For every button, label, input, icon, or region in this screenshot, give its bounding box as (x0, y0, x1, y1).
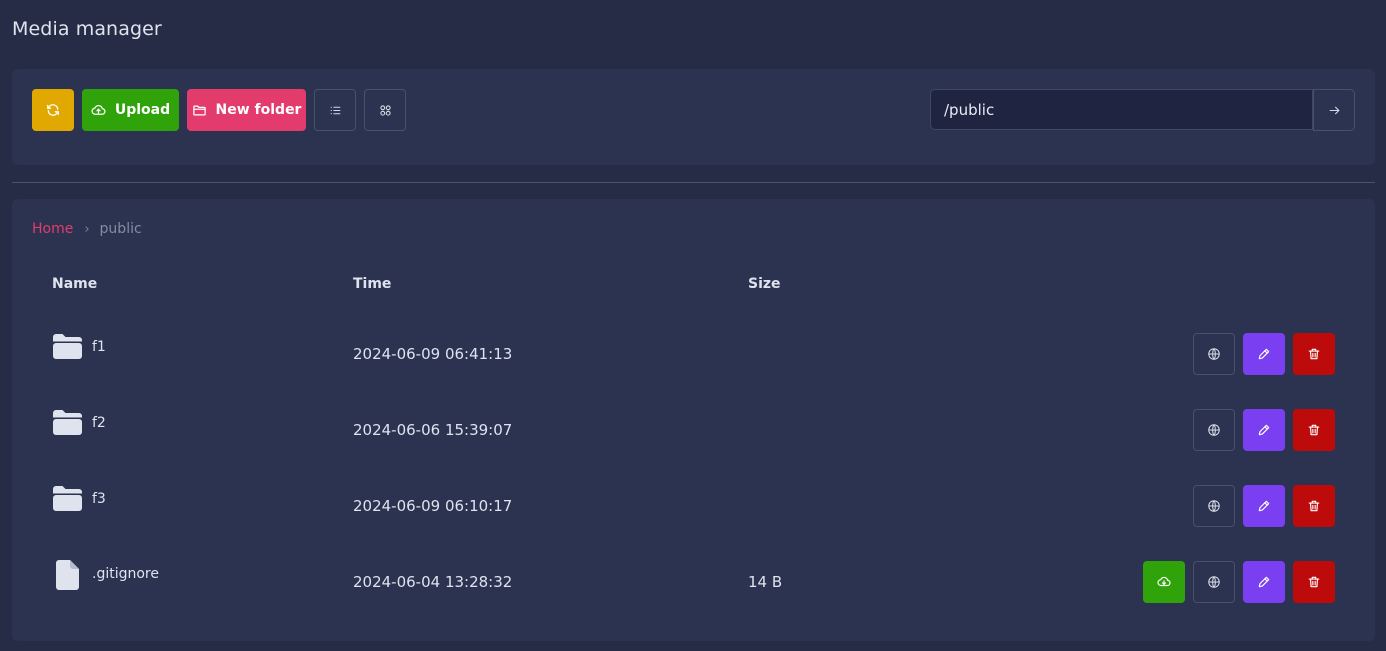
new-folder-label: New folder (215, 102, 302, 118)
delete-button[interactable] (1293, 485, 1335, 527)
trash-icon (1308, 424, 1320, 436)
grid-icon (379, 104, 391, 116)
breadcrumb: Home › public (32, 221, 142, 237)
file-list-panel: Home › public Name Time Size f1 2024-06-… (12, 199, 1375, 641)
list-view-button[interactable] (314, 89, 356, 131)
file-name[interactable]: .gitignore (92, 566, 159, 582)
public-link-button[interactable] (1193, 333, 1235, 375)
refresh-icon (47, 104, 59, 116)
rename-button[interactable] (1243, 561, 1285, 603)
toolbar: Upload New folder (12, 69, 1375, 165)
pencil-icon (1258, 500, 1270, 512)
divider (12, 182, 1375, 183)
breadcrumb-home[interactable]: Home (32, 221, 73, 237)
grid-view-button[interactable] (364, 89, 406, 131)
cloud-upload-icon (91, 104, 106, 115)
file-size: 14 B (748, 573, 783, 591)
delete-button[interactable] (1293, 561, 1335, 603)
column-header-time[interactable]: Time (353, 276, 391, 292)
folder-icon (53, 334, 82, 359)
path-input[interactable] (930, 89, 1313, 130)
upload-label: Upload (114, 102, 171, 118)
folder-icon (53, 486, 82, 511)
upload-button[interactable]: Upload (82, 89, 179, 131)
pencil-icon (1258, 348, 1270, 360)
table-row[interactable]: f1 2024-06-09 06:41:13 (12, 313, 1375, 389)
trash-icon (1308, 576, 1320, 588)
arrow-right-icon (1329, 106, 1339, 114)
breadcrumb-current: public (99, 221, 142, 237)
download-button[interactable] (1143, 561, 1185, 603)
public-link-button[interactable] (1193, 409, 1235, 451)
delete-button[interactable] (1293, 333, 1335, 375)
column-header-size[interactable]: Size (748, 276, 781, 292)
folder-icon (53, 410, 82, 435)
pencil-icon (1258, 424, 1270, 436)
refresh-button[interactable] (32, 89, 74, 131)
file-time: 2024-06-06 15:39:07 (353, 421, 513, 439)
list-icon (330, 106, 340, 114)
rename-button[interactable] (1243, 409, 1285, 451)
file-time: 2024-06-04 13:28:32 (353, 573, 513, 591)
file-time: 2024-06-09 06:10:17 (353, 497, 513, 515)
page-title: Media manager (12, 18, 162, 40)
column-header-name[interactable]: Name (52, 276, 97, 292)
rename-button[interactable] (1243, 333, 1285, 375)
file-time: 2024-06-09 06:41:13 (353, 345, 513, 363)
cloud-download-icon (1157, 576, 1171, 587)
globe-icon (1208, 576, 1220, 588)
globe-icon (1208, 348, 1220, 360)
globe-icon (1208, 500, 1220, 512)
table-row[interactable]: f2 2024-06-06 15:39:07 (12, 389, 1375, 465)
file-icon (56, 560, 79, 590)
file-name[interactable]: f3 (92, 491, 106, 507)
breadcrumb-separator: › (84, 221, 90, 237)
globe-icon (1208, 424, 1220, 436)
go-button[interactable] (1313, 89, 1355, 131)
new-folder-button[interactable]: New folder (187, 89, 306, 131)
public-link-button[interactable] (1193, 485, 1235, 527)
trash-icon (1308, 500, 1320, 512)
public-link-button[interactable] (1193, 561, 1235, 603)
table-row[interactable]: f3 2024-06-09 06:10:17 (12, 465, 1375, 541)
trash-icon (1308, 348, 1320, 360)
table-row[interactable]: .gitignore 2024-06-04 13:28:32 14 B (12, 541, 1375, 617)
folder-icon (192, 105, 206, 115)
pencil-icon (1258, 576, 1270, 588)
rename-button[interactable] (1243, 485, 1285, 527)
delete-button[interactable] (1293, 409, 1335, 451)
file-name[interactable]: f2 (92, 415, 106, 431)
file-name[interactable]: f1 (92, 339, 106, 355)
